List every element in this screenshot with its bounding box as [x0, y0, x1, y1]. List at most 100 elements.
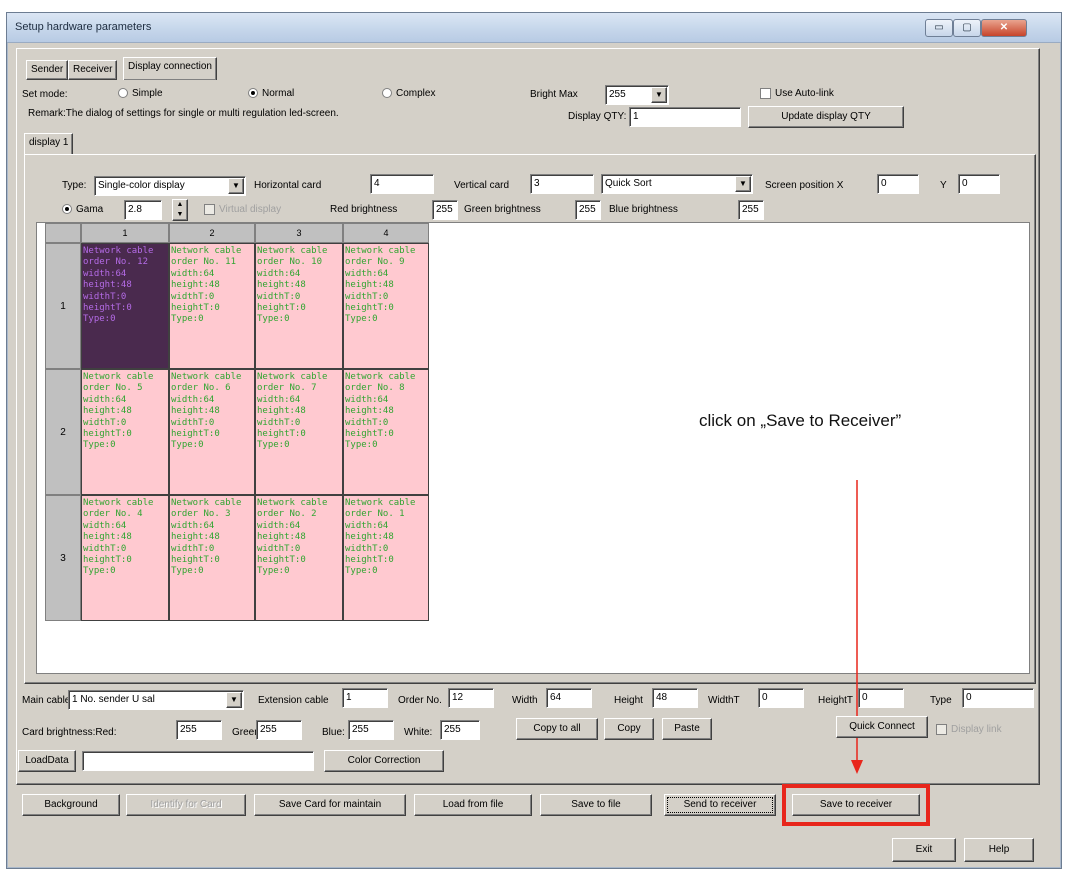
type-field-input[interactable]: 0: [962, 688, 1034, 708]
order-no-input[interactable]: 12: [448, 688, 494, 708]
checkbox-icon: [760, 88, 771, 99]
width-input[interactable]: 64: [546, 688, 592, 708]
virtual-display-checkbox[interactable]: Virtual display: [204, 204, 281, 215]
grid-cell[interactable]: Network cable order No. 7 width:64 height:4…: [255, 369, 343, 495]
sort-select[interactable]: Quick Sort ▼: [601, 174, 753, 194]
green-brightness-input[interactable]: 255: [575, 200, 601, 220]
load-data-button[interactable]: LoadData: [18, 750, 76, 772]
column-header: 3: [255, 223, 343, 243]
chevron-down-icon: ▼: [651, 87, 667, 103]
exit-button[interactable]: Exit: [892, 838, 956, 862]
green-input[interactable]: 255: [256, 720, 302, 740]
widthT-input[interactable]: 0: [758, 688, 804, 708]
row-header: 3: [45, 495, 81, 621]
horizontal-card-input[interactable]: 4: [370, 174, 434, 194]
tab-receiver[interactable]: Receiver: [68, 60, 118, 80]
column-header: 4: [343, 223, 429, 243]
bright-max-select[interactable]: 255 ▼: [605, 85, 669, 105]
main-cable-select[interactable]: 1 No. sender U sal ▼: [68, 690, 244, 710]
grid-cell[interactable]: Network cable order No. 1 width:64 height:4…: [343, 495, 429, 621]
grid-cell[interactable]: Network cable order No. 3 width:64 height:4…: [169, 495, 255, 621]
card-brightness-red-label: Card brightness:Red:: [22, 727, 117, 738]
radio-icon: [118, 88, 128, 99]
grid-cell[interactable]: Network cable order No. 5 width:64 height:4…: [81, 369, 169, 495]
save-to-file-button[interactable]: Save to file: [540, 794, 652, 816]
copy-to-all-button[interactable]: Copy to all: [516, 718, 598, 740]
chevron-down-icon: ▼: [735, 176, 751, 192]
red-brightness-input[interactable]: 255: [432, 200, 458, 220]
order-no-label: Order No.: [398, 695, 442, 706]
display-qty-input[interactable]: 1: [629, 107, 741, 127]
radio-icon: [382, 88, 392, 99]
mode-simple-radio[interactable]: Simple: [118, 88, 163, 99]
grid-cell[interactable]: Network cable order No. 11 width:64 height:…: [169, 243, 255, 369]
widthT-label: WidthT: [708, 695, 740, 706]
minimize-button[interactable]: ▭: [925, 19, 953, 37]
paste-button[interactable]: Paste: [662, 718, 712, 740]
radio-selected-icon: [248, 88, 258, 99]
type-label: Type:: [62, 180, 87, 191]
use-autolink-checkbox[interactable]: Use Auto-link: [760, 88, 834, 99]
heightT-input[interactable]: 0: [858, 688, 904, 708]
color-correction-button[interactable]: Color Correction: [324, 750, 444, 772]
quick-connect-button[interactable]: Quick Connect: [836, 716, 928, 738]
gama-spinner[interactable]: ▲ ▼: [172, 199, 188, 221]
grid-cell[interactable]: Network cable order No. 6 width:64 height:4…: [169, 369, 255, 495]
type-field-label: Type: [930, 695, 952, 706]
blue-brightness-input[interactable]: 255: [738, 200, 764, 220]
blue-input[interactable]: 255: [348, 720, 394, 740]
screen-position-y-label: Y: [940, 180, 947, 191]
grid-corner: [45, 223, 81, 243]
display-link-checkbox[interactable]: Display link: [936, 724, 1002, 735]
grid-cell[interactable]: Network cable order No. 10 width:64 height:…: [255, 243, 343, 369]
grid-cell[interactable]: Network cable order No. 9 width:64 height:4…: [343, 243, 429, 369]
display-qty-label: Display QTY:: [568, 111, 627, 122]
checkbox-icon: [936, 724, 947, 735]
red-brightness-label: Red brightness: [330, 204, 398, 215]
type-select[interactable]: Single-color display ▼: [94, 176, 246, 196]
checkbox-icon: [204, 204, 215, 215]
vertical-card-label: Vertical card: [454, 180, 510, 191]
remark-text: Remark:The dialog of settings for single…: [28, 108, 339, 119]
vertical-card-input[interactable]: 3: [530, 174, 594, 194]
height-label: Height: [614, 695, 643, 706]
screen-position-y-input[interactable]: 0: [958, 174, 1000, 194]
extension-cable-input[interactable]: 1: [342, 688, 388, 708]
identify-for-card-button[interactable]: Identify for Card: [126, 794, 246, 816]
save-to-receiver-button[interactable]: Save to receiver: [792, 794, 920, 816]
maximize-button[interactable]: ▢: [953, 19, 981, 37]
background-button[interactable]: Background: [22, 794, 120, 816]
main-cable-label: Main cable: [22, 695, 71, 706]
grid-cell[interactable]: Network cable order No. 8 width:64 height:4…: [343, 369, 429, 495]
copy-button[interactable]: Copy: [604, 718, 654, 740]
tab-display-1[interactable]: display 1: [24, 133, 74, 155]
mode-normal-radio[interactable]: Normal: [248, 88, 294, 99]
close-button[interactable]: ✕: [981, 19, 1027, 37]
mode-complex-radio[interactable]: Complex: [382, 88, 435, 99]
height-input[interactable]: 48: [652, 688, 698, 708]
white-label: White:: [404, 727, 433, 738]
tab-sender[interactable]: Sender: [26, 60, 69, 80]
tab-display-connection[interactable]: Display connection: [123, 57, 217, 80]
blue-label: Blue:: [322, 727, 345, 738]
card-brightness-red-input[interactable]: 255: [176, 720, 222, 740]
card-grid-area: 1 2 3 4 1 Network cable order No. 12 width…: [36, 222, 1030, 674]
column-header: 1: [81, 223, 169, 243]
screen-position-x-input[interactable]: 0: [877, 174, 919, 194]
help-button[interactable]: Help: [964, 838, 1034, 862]
grid-cell[interactable]: Network cable order No. 2 width:64 height:4…: [255, 495, 343, 621]
send-to-receiver-button[interactable]: Send to receiver: [664, 794, 776, 816]
save-card-for-maintain-button[interactable]: Save Card for maintain: [254, 794, 406, 816]
column-header: 2: [169, 223, 255, 243]
grid-cell[interactable]: Network cable order No. 4 width:64 height:4…: [81, 495, 169, 621]
gama-radio[interactable]: Gama: [62, 204, 103, 215]
grid-cell[interactable]: Network cable order No. 12 width:64 height:…: [81, 243, 169, 369]
white-input[interactable]: 255: [440, 720, 480, 740]
load-data-input[interactable]: [82, 751, 314, 771]
width-label: Width: [512, 695, 538, 706]
load-from-file-button[interactable]: Load from file: [414, 794, 532, 816]
blue-brightness-label: Blue brightness: [609, 204, 678, 215]
gama-input[interactable]: 2.8: [124, 200, 162, 220]
chevron-down-icon: ▼: [228, 178, 244, 194]
update-display-qty-button[interactable]: Update display QTY: [748, 106, 904, 128]
